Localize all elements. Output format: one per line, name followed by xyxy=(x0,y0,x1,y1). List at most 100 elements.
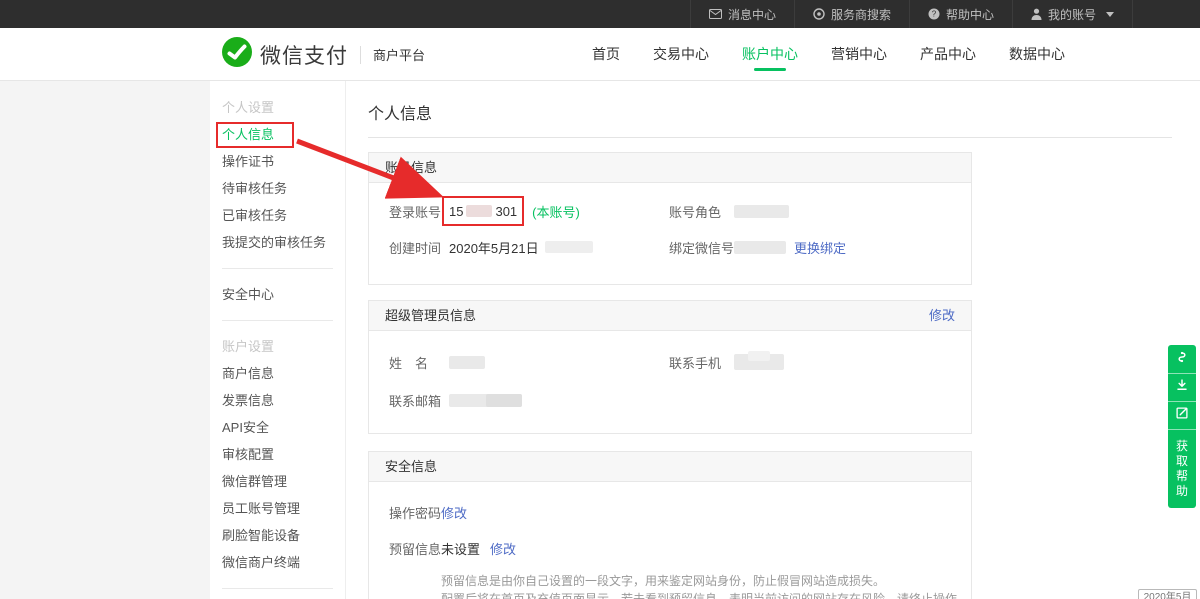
sidebar-item-operation-certificate[interactable]: 操作证书 xyxy=(222,148,345,175)
account-info-card-header: 账号信息 xyxy=(369,153,971,183)
my-account-item[interactable]: 我的账号 xyxy=(1012,0,1133,28)
note-line: 配置后将在首页及充值页面显示。若未看到预留信息，表明当前访问的网站存在风险，请终… xyxy=(441,590,971,599)
top-utility-group: 消息中心 服务商搜索 ? 帮助中心 我的账号 xyxy=(690,0,1133,28)
created-time-label: 创建时间 xyxy=(389,238,449,257)
get-help-label: 获取帮助 xyxy=(1175,439,1189,499)
bound-wechat-group: 绑定微信号 更换绑定 xyxy=(669,229,846,265)
my-account-label: 我的账号 xyxy=(1048,6,1096,23)
main-content: 个人信息 账号信息 登录账号 15 301 (本账号) xyxy=(368,81,1172,599)
admin-email-label: 联系邮箱 xyxy=(389,391,449,410)
super-admin-card-body: 姓 名 联系手机 联系邮箱 xyxy=(369,331,971,433)
admin-phone-masked-value xyxy=(734,354,784,370)
reserved-info-notes: 预留信息是由你自己设置的一段文字，用来鉴定网站身份，防止假冒网站造成损失。 配置… xyxy=(441,572,971,599)
account-info-card-title: 账号信息 xyxy=(385,153,437,182)
sidebar-item-api-security[interactable]: API安全 xyxy=(222,414,345,441)
date-chip: 2020年5月22日 xyxy=(1138,589,1197,599)
message-center-label: 消息中心 xyxy=(728,6,776,23)
account-role-group: 账号角色 xyxy=(669,193,789,229)
login-account-row: 登录账号 15 301 (本账号) 账号角色 xyxy=(369,193,971,229)
sidebar-item-staff-account-management[interactable]: 员工账号管理 xyxy=(222,495,345,522)
sidebar-item-face-smart-device[interactable]: 刷脸智能设备 xyxy=(222,522,345,549)
sidebar-section-personal-settings: 个人设置 xyxy=(222,94,345,121)
created-time-masked-segment xyxy=(545,241,593,253)
nav-data-center[interactable]: 数据中心 xyxy=(1009,28,1065,80)
reserved-info-row: 预留信息 未设置 修改 xyxy=(369,530,971,566)
account-info-card: 账号信息 登录账号 15 301 (本账号) 账号角色 xyxy=(368,152,972,285)
help-center-label: 帮助中心 xyxy=(946,6,994,23)
security-info-card-body: 操作密码 修改 预留信息 未设置 修改 预留信息是由你自己设置的一段文字，用来鉴… xyxy=(369,482,971,599)
service-provider-search-item[interactable]: 服务商搜索 xyxy=(794,0,909,28)
super-admin-card-header: 超级管理员信息 修改 xyxy=(369,301,971,331)
sidebar-item-wechat-group-management[interactable]: 微信群管理 xyxy=(222,468,345,495)
service-provider-search-label: 服务商搜索 xyxy=(831,6,891,23)
edit-icon xyxy=(1174,405,1190,426)
security-info-card-title: 安全信息 xyxy=(385,452,437,481)
sidebar-item-reviewed-tasks[interactable]: 已审核任务 xyxy=(222,202,345,229)
admin-name-masked-value xyxy=(449,356,485,369)
login-account-label: 登录账号 xyxy=(389,202,449,221)
admin-email-row: 联系邮箱 xyxy=(369,381,971,419)
login-account-value: 15 301 (本账号) xyxy=(449,196,580,226)
login-account-suffix: 301 xyxy=(495,204,517,219)
help-center-item[interactable]: ? 帮助中心 xyxy=(909,0,1012,28)
sidebar-item-personal-info[interactable]: 个人信息 xyxy=(222,121,345,148)
admin-phone-label: 联系手机 xyxy=(669,353,734,372)
login-account-prefix: 15 xyxy=(449,204,463,219)
nav-home[interactable]: 首页 xyxy=(592,28,620,80)
sidebar-item-my-submitted-review-tasks[interactable]: 我提交的审核任务 xyxy=(222,229,345,256)
message-center-item[interactable]: 消息中心 xyxy=(690,0,794,28)
admin-name-label: 姓 名 xyxy=(389,353,449,372)
login-account-masked-segment xyxy=(466,205,492,217)
nav-account-center[interactable]: 账户中心 xyxy=(742,28,798,80)
sidebar-divider xyxy=(222,268,333,269)
share-link-button[interactable] xyxy=(1168,345,1196,373)
account-role-label: 账号角色 xyxy=(669,202,734,221)
floating-help-widget: 获取帮助 xyxy=(1168,345,1196,508)
created-time-row: 创建时间 2020年5月21日 绑定微信号 更换绑定 xyxy=(369,229,971,265)
super-admin-edit-link[interactable]: 修改 xyxy=(929,301,955,330)
top-utility-bar: 消息中心 服务商搜索 ? 帮助中心 我的账号 xyxy=(0,0,1200,28)
get-help-button[interactable]: 获取帮助 xyxy=(1168,429,1196,508)
operation-password-edit-link[interactable]: 修改 xyxy=(441,503,467,522)
sidebar-item-merchant-info[interactable]: 商户信息 xyxy=(222,360,345,387)
title-divider xyxy=(368,137,1172,138)
mail-icon xyxy=(709,9,722,19)
user-icon xyxy=(1031,8,1042,20)
download-button[interactable] xyxy=(1168,373,1196,401)
sidebar-item-pending-review-tasks[interactable]: 待审核任务 xyxy=(222,175,345,202)
caret-down-icon xyxy=(1106,12,1114,17)
search-icon xyxy=(813,8,825,20)
left-gutter xyxy=(0,81,210,599)
help-icon: ? xyxy=(928,8,940,20)
reserved-info-edit-link[interactable]: 修改 xyxy=(490,539,516,558)
super-admin-card: 超级管理员信息 修改 姓 名 联系手机 联系邮箱 xyxy=(368,300,972,434)
sidebar-item-review-config[interactable]: 审核配置 xyxy=(222,441,345,468)
svg-text:?: ? xyxy=(932,10,937,19)
operation-password-row: 操作密码 修改 xyxy=(369,494,971,530)
wechat-pay-logo-icon xyxy=(222,37,252,72)
nav-marketing-center[interactable]: 营销中心 xyxy=(831,28,887,80)
sidebar-item-security-center[interactable]: 安全中心 xyxy=(222,281,345,308)
page-title: 个人信息 xyxy=(368,81,1172,124)
sidebar-item-wechat-merchant-terminal[interactable]: 微信商户终端 xyxy=(222,549,345,576)
login-account-annotation-box: 15 301 xyxy=(442,196,524,226)
security-info-card-header: 安全信息 xyxy=(369,452,971,482)
sidebar-divider xyxy=(222,588,333,589)
rebind-link[interactable]: 更换绑定 xyxy=(794,238,846,257)
nav-product-center[interactable]: 产品中心 xyxy=(920,28,976,80)
super-admin-card-title: 超级管理员信息 xyxy=(385,301,476,330)
sidebar-section-account-settings: 账户设置 xyxy=(222,333,345,360)
brand-subtitle: 商户平台 xyxy=(373,45,425,64)
nav-transaction-center[interactable]: 交易中心 xyxy=(653,28,709,80)
link-icon xyxy=(1174,349,1190,370)
wechat-pay-merchant-page: 消息中心 服务商搜索 ? 帮助中心 我的账号 xyxy=(0,0,1200,599)
main-nav: 首页 交易中心 账户中心 营销中心 产品中心 数据中心 xyxy=(592,28,1065,80)
reserved-info-label: 预留信息 xyxy=(389,539,441,558)
sidebar-item-invoice-info[interactable]: 发票信息 xyxy=(222,387,345,414)
admin-name-row: 姓 名 联系手机 xyxy=(369,343,971,381)
download-icon xyxy=(1174,377,1190,398)
feedback-button[interactable] xyxy=(1168,401,1196,429)
admin-phone-group: 联系手机 xyxy=(669,343,784,381)
sidebar-divider xyxy=(222,320,333,321)
brand[interactable]: 微信支付 商户平台 xyxy=(222,37,425,72)
